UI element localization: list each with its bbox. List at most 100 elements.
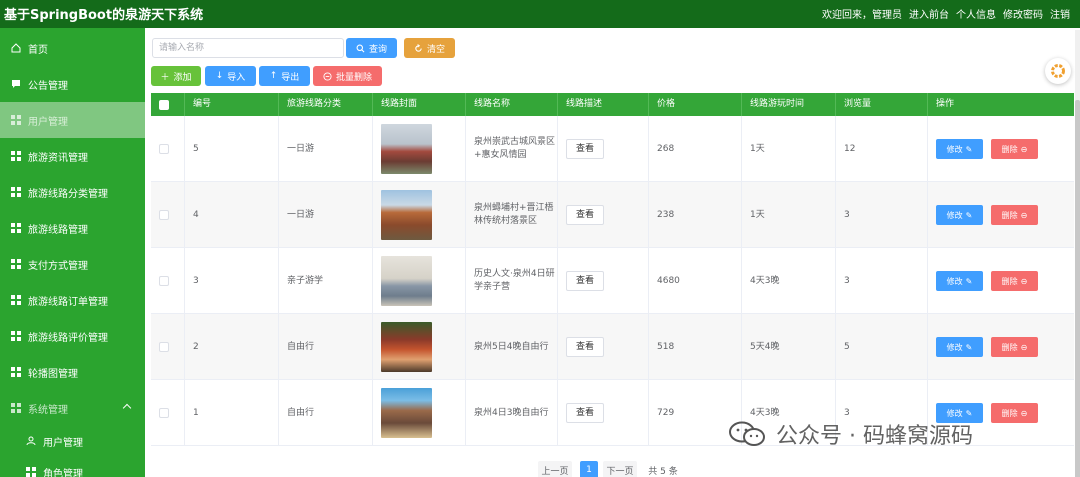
cell-category: 一日游 [279, 182, 373, 248]
chevron-up-icon [122, 403, 132, 413]
bulk-delete-button[interactable]: 批量删除 [313, 66, 382, 86]
logout-link[interactable]: 注销 [1050, 6, 1070, 21]
view-button[interactable]: 查看 [566, 271, 604, 291]
cell-cover [373, 248, 466, 314]
import-button[interactable]: ↓ 导入 [205, 66, 256, 86]
add-button[interactable]: ＋ 添加 [151, 66, 201, 86]
sidebar-item-orders[interactable]: 旅游线路订单管理 [0, 282, 145, 318]
sidebar-item-system[interactable]: 系统管理 [0, 390, 145, 426]
pagination-prev[interactable]: 上一页 [538, 461, 572, 477]
edit-icon: ✎ [965, 144, 973, 154]
sidebar-item-carousel[interactable]: 轮播图管理 [0, 354, 145, 390]
cell-price: 238 [649, 182, 742, 248]
column-header-cover[interactable]: 线路封面 [373, 93, 466, 116]
edit-icon: ✎ [965, 210, 973, 220]
column-header-id[interactable]: 编号 [185, 93, 279, 116]
route-cover-image [381, 256, 432, 306]
top-header: 基于SpringBoot的泉游天下系统 欢迎回来，管理员 进入前台 个人信息 修… [0, 0, 1080, 28]
sidebar-item-home[interactable]: 首页 [0, 30, 145, 66]
table-row: 5 一日游 泉州崇武古城风景区+惠女风情园 查看 268 1天 12 修改 ✎ 删… [151, 116, 1074, 182]
delete-button[interactable]: 删除 ⊖ [991, 337, 1038, 357]
search-input[interactable] [152, 38, 344, 58]
sidebar-item-label: 旅游资讯管理 [28, 152, 88, 164]
cell-actions: 修改 ✎ 删除 ⊖ [928, 116, 1074, 182]
cell-name: 泉州崇武古城风景区+惠女风情园 [466, 116, 558, 182]
sidebar-item-label: 公告管理 [28, 80, 68, 92]
cell-price: 729 [649, 380, 742, 446]
export-label: 导出 [281, 72, 300, 83]
row-checkbox[interactable] [159, 342, 169, 352]
delete-button[interactable]: 删除 ⊖ [991, 205, 1038, 225]
goto-frontend-link[interactable]: 进入前台 [909, 6, 949, 21]
pagination-page-current[interactable]: 1 [580, 461, 598, 477]
cell-id: 5 [185, 116, 279, 182]
cell-cover [373, 380, 466, 446]
edit-button[interactable]: 修改 ✎ [936, 205, 983, 225]
clear-button[interactable]: 清空 [404, 38, 455, 58]
delete-button[interactable]: 删除 ⊖ [991, 403, 1038, 423]
column-header-price[interactable]: 价格 [649, 93, 742, 116]
cell-actions: 修改 ✎ 删除 ⊖ [928, 314, 1074, 380]
arrow-up-icon: ↑ [269, 71, 278, 81]
edit-button[interactable]: 修改 ✎ [936, 139, 983, 159]
page-scrollbar[interactable] [1075, 30, 1080, 477]
cell-name: 泉州蟳埔村+晋江梧林传统村落景区 [466, 182, 558, 248]
column-header-category[interactable]: 旅游线路分类 [279, 93, 373, 116]
query-button[interactable]: 查询 [346, 38, 397, 58]
profile-link[interactable]: 个人信息 [956, 6, 996, 21]
edit-label: 修改 [946, 276, 963, 286]
route-cover-image [381, 322, 432, 372]
route-cover-image [381, 124, 432, 174]
sidebar-item-route-category[interactable]: 旅游线路分类管理 [0, 174, 145, 210]
sidebar-item-users[interactable]: 用户管理 [0, 102, 145, 138]
column-header-desc[interactable]: 线路描述 [558, 93, 649, 116]
row-checkbox[interactable] [159, 276, 169, 286]
sidebar-item-routes[interactable]: 旅游线路管理 [0, 210, 145, 246]
view-button[interactable]: 查看 [566, 205, 604, 225]
edit-label: 修改 [946, 210, 963, 220]
view-button[interactable]: 查看 [566, 403, 604, 423]
cell-duration: 4天3晚 [742, 380, 836, 446]
cell-views: 3 [836, 248, 928, 314]
remove-circle-icon: ⊖ [1020, 342, 1028, 352]
view-button[interactable]: 查看 [566, 139, 604, 159]
edit-button[interactable]: 修改 ✎ [936, 403, 983, 423]
sidebar-item-payment[interactable]: 支付方式管理 [0, 246, 145, 282]
cell-price: 268 [649, 116, 742, 182]
row-select-cell [151, 248, 185, 314]
edit-button[interactable]: 修改 ✎ [936, 271, 983, 291]
edit-label: 修改 [946, 408, 963, 418]
remove-circle-icon: ⊖ [1020, 276, 1028, 286]
cell-category: 自由行 [279, 380, 373, 446]
remove-circle-icon: ⊖ [1020, 210, 1028, 220]
edit-button[interactable]: 修改 ✎ [936, 337, 983, 357]
table-row: 3 亲子游学 历史人文·泉州4日研学亲子营 查看 4680 4天3晚 3 修改 ✎… [151, 248, 1074, 314]
floating-helper-button[interactable] [1045, 58, 1071, 84]
delete-button[interactable]: 删除 ⊖ [991, 139, 1038, 159]
column-header-views[interactable]: 浏览量 [836, 93, 928, 116]
cell-id: 1 [185, 380, 279, 446]
header-nav: 欢迎回来，管理员 进入前台 个人信息 修改密码 注销 [822, 6, 1070, 21]
sidebar-item-notice[interactable]: 公告管理 [0, 66, 145, 102]
delete-button[interactable]: 删除 ⊖ [991, 271, 1038, 291]
cell-duration: 4天3晚 [742, 248, 836, 314]
column-header-actions: 操作 [936, 99, 955, 109]
change-password-link[interactable]: 修改密码 [1003, 6, 1043, 21]
row-checkbox[interactable] [159, 210, 169, 220]
row-checkbox[interactable] [159, 408, 169, 418]
row-checkbox[interactable] [159, 144, 169, 154]
table-row: 4 一日游 泉州蟳埔村+晋江梧林传统村落景区 查看 238 1天 3 修改 ✎ 删… [151, 182, 1074, 248]
column-header-duration[interactable]: 线路游玩时间 [742, 93, 836, 116]
view-button[interactable]: 查看 [566, 337, 604, 357]
pagination-total: 共 5 条 [648, 466, 678, 477]
export-button[interactable]: ↑ 导出 [259, 66, 310, 86]
sidebar-item-label: 角色管理 [43, 468, 83, 477]
sidebar-item-reviews[interactable]: 旅游线路评价管理 [0, 318, 145, 354]
pagination-next[interactable]: 下一页 [603, 461, 637, 477]
scrollbar-thumb[interactable] [1075, 100, 1080, 477]
sidebar-subitem-roles[interactable]: 角色管理 [0, 454, 145, 477]
select-all-checkbox[interactable] [159, 99, 169, 110]
cell-category: 亲子游学 [279, 248, 373, 314]
sidebar-item-travel-news[interactable]: 旅游资讯管理 [0, 138, 145, 174]
column-header-name[interactable]: 线路名称 [466, 93, 558, 116]
